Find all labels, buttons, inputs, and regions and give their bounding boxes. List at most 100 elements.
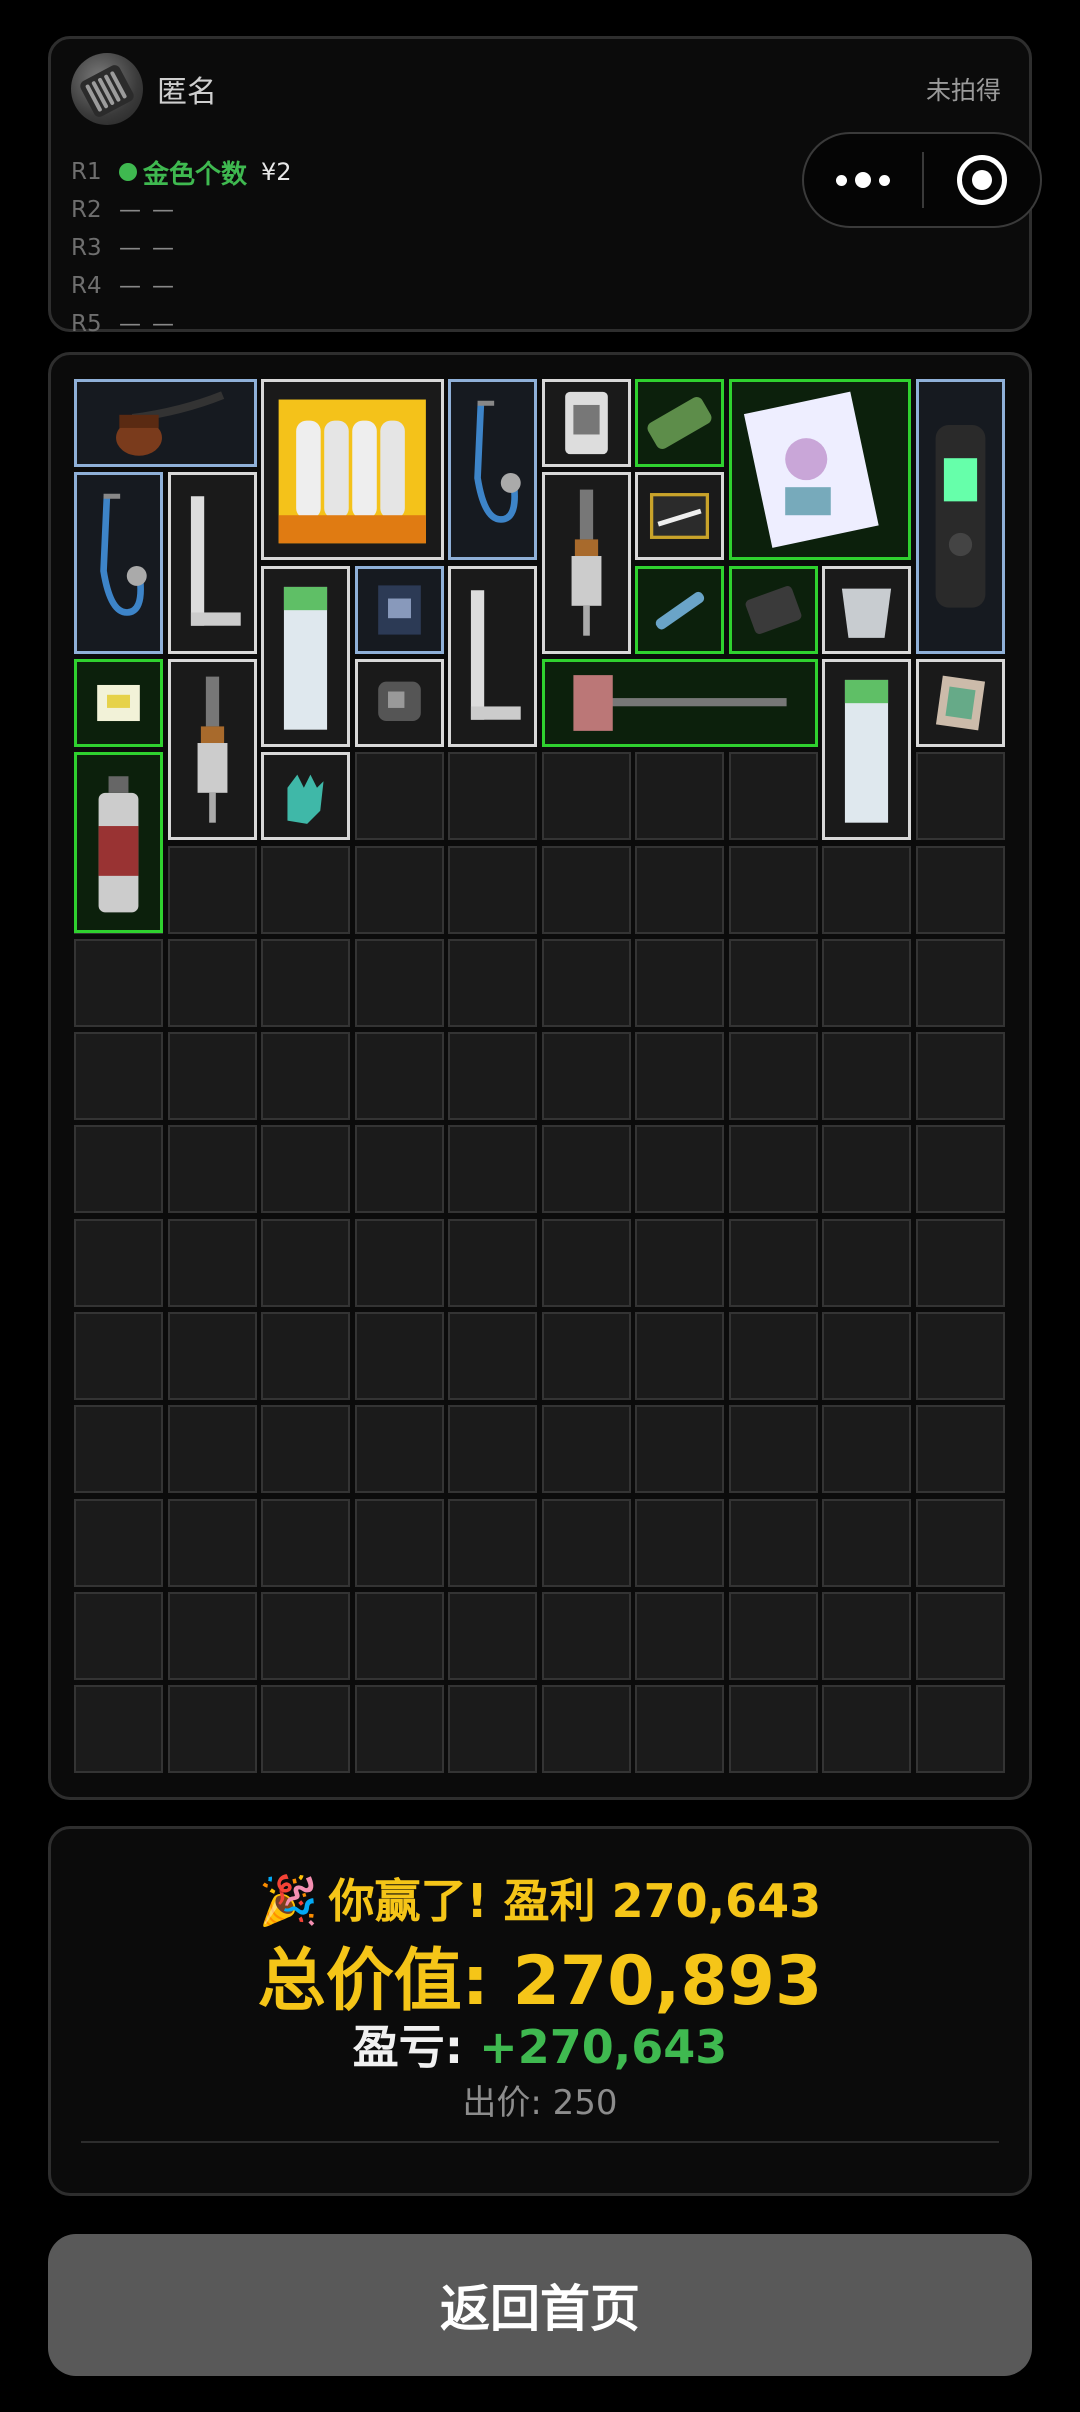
inventory-slot[interactable] [448, 938, 537, 1027]
inventory-slot[interactable] [74, 1312, 163, 1400]
item-cotton-swab-box[interactable] [635, 472, 724, 561]
inventory-slot[interactable] [167, 1032, 257, 1121]
item-toothpaste[interactable] [261, 565, 350, 747]
item-matchbox[interactable] [915, 658, 1005, 747]
inventory-slot[interactable] [448, 1685, 537, 1774]
inventory-slot[interactable] [915, 938, 1005, 1027]
inventory-slot[interactable] [74, 938, 163, 1027]
item-carpenter-square[interactable] [167, 472, 257, 654]
item-carpenter-square[interactable] [448, 565, 537, 747]
item-circuit-module[interactable] [354, 565, 444, 654]
inventory-slot[interactable] [74, 1591, 163, 1680]
item-replace-candle-box[interactable] [261, 379, 444, 561]
inventory-slot[interactable] [915, 1685, 1005, 1774]
inventory-slot[interactable] [635, 1405, 724, 1494]
inventory-slot[interactable] [728, 938, 818, 1027]
inventory-slot[interactable] [354, 1685, 444, 1774]
inventory-slot[interactable] [167, 938, 257, 1027]
item-pipette-tool[interactable] [167, 658, 257, 841]
inventory-slot[interactable] [448, 1312, 537, 1400]
inventory-slot[interactable] [635, 1125, 724, 1214]
inventory-slot[interactable] [728, 1218, 818, 1307]
inventory-slot[interactable] [635, 1312, 724, 1400]
inventory-slot[interactable] [74, 1685, 163, 1774]
inventory-slot[interactable] [448, 845, 537, 934]
inventory-slot[interactable] [635, 752, 724, 841]
inventory-slot[interactable] [822, 1125, 911, 1214]
inventory-slot[interactable] [261, 1498, 350, 1587]
inventory-slot[interactable] [167, 1218, 257, 1307]
inventory-slot[interactable] [822, 1498, 911, 1587]
inventory-slot[interactable] [74, 1498, 163, 1587]
inventory-slot[interactable] [541, 1032, 631, 1121]
inventory-slot[interactable] [635, 1591, 724, 1680]
inventory-slot[interactable] [167, 845, 257, 934]
inventory-slot[interactable] [915, 1312, 1005, 1400]
inventory-slot[interactable] [728, 1032, 818, 1121]
inventory-slot[interactable] [354, 1125, 444, 1214]
inventory-slot[interactable] [822, 938, 911, 1027]
inventory-slot[interactable] [915, 1405, 1005, 1494]
inventory-slot[interactable] [541, 1685, 631, 1774]
inventory-slot[interactable] [915, 1218, 1005, 1307]
inventory-slot[interactable] [541, 845, 631, 934]
inventory-slot[interactable] [74, 1125, 163, 1214]
inventory-slot[interactable] [635, 1685, 724, 1774]
inventory-slot[interactable] [822, 1218, 911, 1307]
item-yogurt-cup[interactable] [822, 565, 911, 654]
inventory-slot[interactable] [728, 1591, 818, 1680]
inventory-slot[interactable] [728, 1405, 818, 1494]
inventory-slot[interactable] [261, 1685, 350, 1774]
inventory-slot[interactable] [541, 1498, 631, 1587]
inventory-slot[interactable] [541, 1405, 631, 1494]
inventory-slot[interactable] [448, 1032, 537, 1121]
inventory-slot[interactable] [448, 1591, 537, 1680]
item-pipette-tool[interactable] [541, 472, 631, 654]
inventory-slot[interactable] [167, 1498, 257, 1587]
inventory-slot[interactable] [822, 1591, 911, 1680]
inventory-slot[interactable] [728, 1125, 818, 1214]
inventory-slot[interactable] [261, 1218, 350, 1307]
inventory-slot[interactable] [448, 752, 537, 841]
item-fashion-magazine[interactable] [728, 379, 911, 561]
inventory-slot[interactable] [167, 1685, 257, 1774]
inventory-slot[interactable] [635, 845, 724, 934]
item-tobacco-pipe[interactable] [74, 379, 257, 467]
inventory-slot[interactable] [635, 938, 724, 1027]
inventory-slot[interactable] [261, 1032, 350, 1121]
inventory-slot[interactable] [354, 1591, 444, 1680]
inventory-slot[interactable] [822, 1032, 911, 1121]
item-spray-can[interactable] [74, 752, 163, 934]
inventory-slot[interactable] [915, 752, 1005, 841]
inventory-slot[interactable] [915, 1125, 1005, 1214]
item-work-glove[interactable] [261, 752, 350, 841]
inventory-slot[interactable] [354, 752, 444, 841]
inventory-slot[interactable] [261, 1312, 350, 1400]
inventory-slot[interactable] [261, 1591, 350, 1680]
inventory-slot[interactable] [822, 1685, 911, 1774]
inventory-slot[interactable] [167, 1405, 257, 1494]
inventory-slot[interactable] [915, 1498, 1005, 1587]
inventory-slot[interactable] [167, 1312, 257, 1400]
inventory-slot[interactable] [261, 845, 350, 934]
avatar[interactable] [71, 53, 143, 125]
more-dots-icon[interactable] [804, 172, 922, 188]
inventory-slot[interactable] [448, 1125, 537, 1214]
inventory-slot[interactable] [822, 1312, 911, 1400]
inventory-slot[interactable] [261, 938, 350, 1027]
inventory-slot[interactable] [635, 1498, 724, 1587]
inventory-slot[interactable] [354, 1405, 444, 1494]
inventory-slot[interactable] [728, 1312, 818, 1400]
return-home-button[interactable]: 返回首页 [48, 2234, 1032, 2376]
inventory-slot[interactable] [915, 1032, 1005, 1121]
inventory-slot[interactable] [635, 1032, 724, 1121]
inventory-slot[interactable] [448, 1498, 537, 1587]
inventory-slot[interactable] [541, 1591, 631, 1680]
inventory-slot[interactable] [822, 845, 911, 934]
inventory-slot[interactable] [354, 1498, 444, 1587]
inventory-slot[interactable] [915, 1591, 1005, 1680]
inventory-slot[interactable] [354, 1312, 444, 1400]
inventory-slot[interactable] [261, 1405, 350, 1494]
inventory-slot[interactable] [74, 1032, 163, 1121]
inventory-slot[interactable] [167, 1125, 257, 1214]
